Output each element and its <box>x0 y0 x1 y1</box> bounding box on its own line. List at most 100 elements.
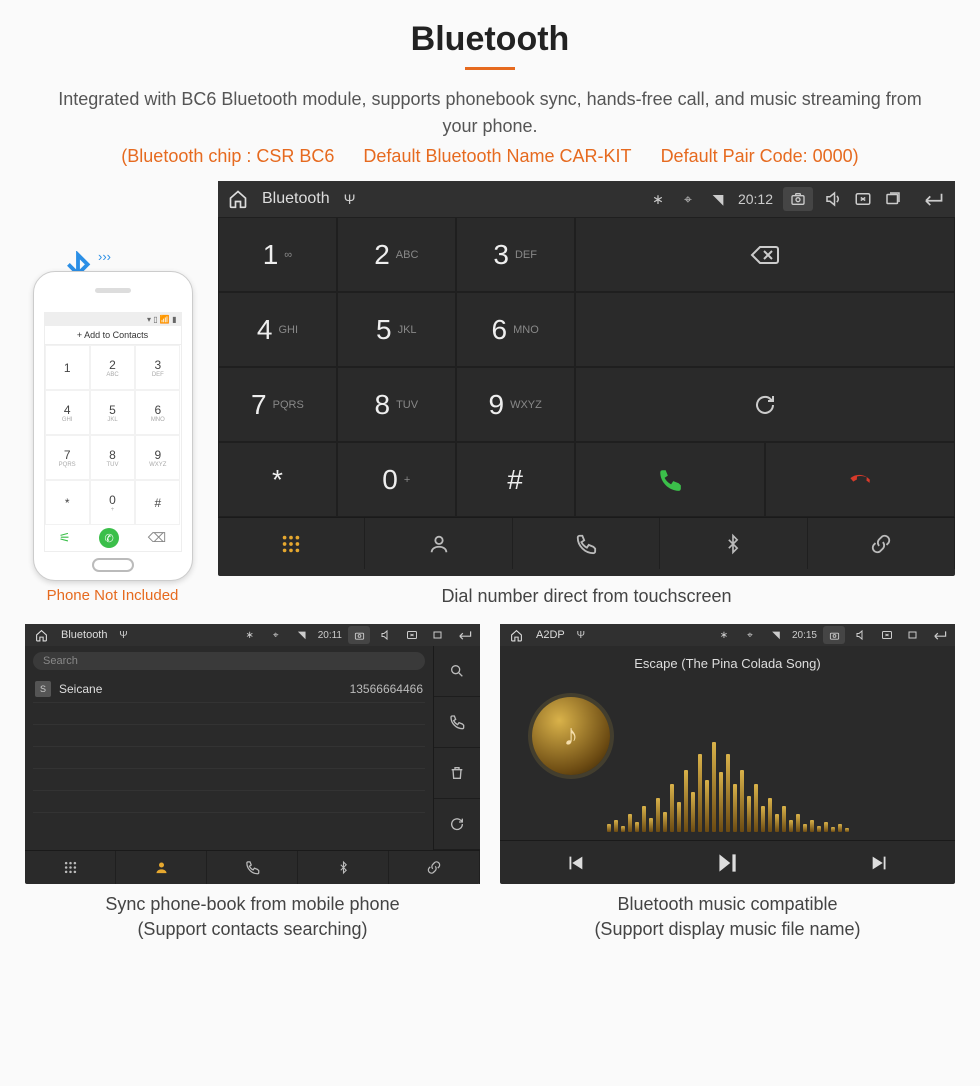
location-icon: ⌖ <box>678 191 698 208</box>
statusbar-title: A2DP <box>536 629 565 641</box>
tab-contacts[interactable] <box>365 518 512 569</box>
recent-apps-icon[interactable] <box>883 190 903 208</box>
music-controls <box>500 840 955 884</box>
volume-icon[interactable] <box>376 629 396 641</box>
wifi-icon: ◥ <box>766 630 786 641</box>
album-art: ♪ <box>532 697 610 775</box>
voicemail-icon: ⚟ <box>59 530 71 546</box>
phone-key-8: 8TUV <box>90 435 135 480</box>
dial-key-0[interactable]: 0+ <box>337 442 456 517</box>
call-button[interactable] <box>575 442 765 517</box>
screenshot-icon[interactable] <box>783 187 813 211</box>
headunit-contacts: Bluetooth Ψ ∗ ⌖ ◥ 20:11 Search <box>25 624 480 884</box>
dial-key-5[interactable]: 5JKL <box>337 292 456 367</box>
side-delete-icon[interactable] <box>434 748 480 799</box>
back-icon[interactable] <box>919 190 945 208</box>
side-refresh-icon[interactable] <box>434 799 480 850</box>
dial-key-6[interactable]: 6MNO <box>456 292 575 367</box>
close-app-icon[interactable] <box>853 190 873 208</box>
recent-apps-icon[interactable] <box>428 629 448 641</box>
dialer-caption: Dial number direct from touchscreen <box>218 584 955 608</box>
play-pause-button[interactable] <box>714 850 740 876</box>
home-icon[interactable] <box>506 629 526 642</box>
side-search-icon[interactable] <box>434 646 480 697</box>
tab-dialpad[interactable] <box>25 851 116 884</box>
empty-cell <box>575 292 955 367</box>
bluetooth-status-icon: ∗ <box>648 191 668 208</box>
audio-visualizer: ♪ <box>514 679 941 832</box>
volume-icon[interactable] <box>851 629 871 641</box>
phone-key-5: 5JKL <box>90 390 135 435</box>
phone-key-*: * <box>45 480 90 525</box>
hangup-button[interactable] <box>765 442 955 517</box>
close-app-icon[interactable] <box>402 629 422 641</box>
recent-apps-icon[interactable] <box>903 629 923 641</box>
statusbar-contacts: Bluetooth Ψ ∗ ⌖ ◥ 20:11 <box>25 624 480 646</box>
statusbar-title: Bluetooth <box>262 190 330 208</box>
screenshot-icon[interactable] <box>348 626 370 644</box>
backspace-button[interactable] <box>575 217 955 292</box>
headunit-dialer: Bluetooth Ψ ∗ ⌖ ◥ 20:12 <box>218 181 955 576</box>
page-title: Bluetooth <box>25 20 955 59</box>
dial-key-7[interactable]: 7PQRS <box>218 367 337 442</box>
usb-icon: Ψ <box>113 630 133 641</box>
phone-key-7: 7PQRS <box>45 435 90 480</box>
usb-icon: Ψ <box>340 191 360 207</box>
close-app-icon[interactable] <box>877 629 897 641</box>
side-call-icon[interactable] <box>434 697 480 748</box>
tab-bluetooth[interactable] <box>660 518 807 569</box>
usb-icon: Ψ <box>571 630 591 641</box>
prev-track-button[interactable] <box>564 852 586 874</box>
wifi-icon: ◥ <box>292 630 312 641</box>
time-label: 20:12 <box>738 191 773 207</box>
tab-bluetooth[interactable] <box>298 851 389 884</box>
statusbar-title: Bluetooth <box>61 629 107 641</box>
phone-key-1: 1 <box>45 345 90 390</box>
back-icon[interactable] <box>929 629 949 641</box>
dial-key-8[interactable]: 8TUV <box>337 367 456 442</box>
screenshot-icon[interactable] <box>823 626 845 644</box>
phone-key-4: 4GHI <box>45 390 90 435</box>
spec-name: Default Bluetooth Name CAR-KIT <box>363 146 631 166</box>
dial-key-9[interactable]: 9WXYZ <box>456 367 575 442</box>
contacts-caption: Sync phone-book from mobile phone(Suppor… <box>25 892 480 941</box>
mobile-phone-mock: ▾ ▯ 📶 ▮ + Add to Contacts 12ABC3DEF4GHI5… <box>33 271 193 581</box>
title-underline <box>465 67 515 70</box>
tabbar <box>218 517 955 569</box>
contact-row[interactable]: S Seicane 13566664466 <box>33 676 425 703</box>
headunit-music: A2DP Ψ ∗ ⌖ ◥ 20:15 Escape (The Pina Cola… <box>500 624 955 884</box>
search-input[interactable]: Search <box>33 652 425 670</box>
dial-key-2[interactable]: 2ABC <box>337 217 456 292</box>
spec-chip: (Bluetooth chip : CSR BC6 <box>121 146 334 166</box>
dial-key-*[interactable]: * <box>218 442 337 517</box>
dial-key-1[interactable]: 1∞ <box>218 217 337 292</box>
phone-caption: Phone Not Included <box>25 587 200 604</box>
dial-key-#[interactable]: # <box>456 442 575 517</box>
phone-key-2: 2ABC <box>90 345 135 390</box>
tab-calls[interactable] <box>207 851 298 884</box>
location-icon: ⌖ <box>740 630 760 641</box>
dial-key-4[interactable]: 4GHI <box>218 292 337 367</box>
volume-icon[interactable] <box>823 190 843 208</box>
phone-key-6: 6MNO <box>135 390 180 435</box>
back-icon[interactable] <box>454 629 474 641</box>
phone-statusbar: ▾ ▯ 📶 ▮ <box>45 313 181 326</box>
tab-pair[interactable] <box>389 851 480 884</box>
music-caption: Bluetooth music compatible(Support displ… <box>500 892 955 941</box>
add-to-contacts: + Add to Contacts <box>45 326 181 345</box>
contact-name: Seicane <box>59 682 342 696</box>
bluetooth-status-icon: ∗ <box>240 630 260 641</box>
avatar: S <box>35 681 51 697</box>
phone-key-9: 9WXYZ <box>135 435 180 480</box>
tab-calls[interactable] <box>513 518 660 569</box>
dial-key-3[interactable]: 3DEF <box>456 217 575 292</box>
home-icon[interactable] <box>228 189 248 209</box>
time-label: 20:15 <box>792 630 817 641</box>
home-icon[interactable] <box>31 629 51 642</box>
next-track-button[interactable] <box>869 852 891 874</box>
tab-contacts[interactable] <box>116 851 207 884</box>
tab-pair[interactable] <box>808 518 955 569</box>
tab-dialpad[interactable] <box>218 518 365 569</box>
refresh-button[interactable] <box>575 367 955 442</box>
contact-number: 13566664466 <box>350 682 423 696</box>
